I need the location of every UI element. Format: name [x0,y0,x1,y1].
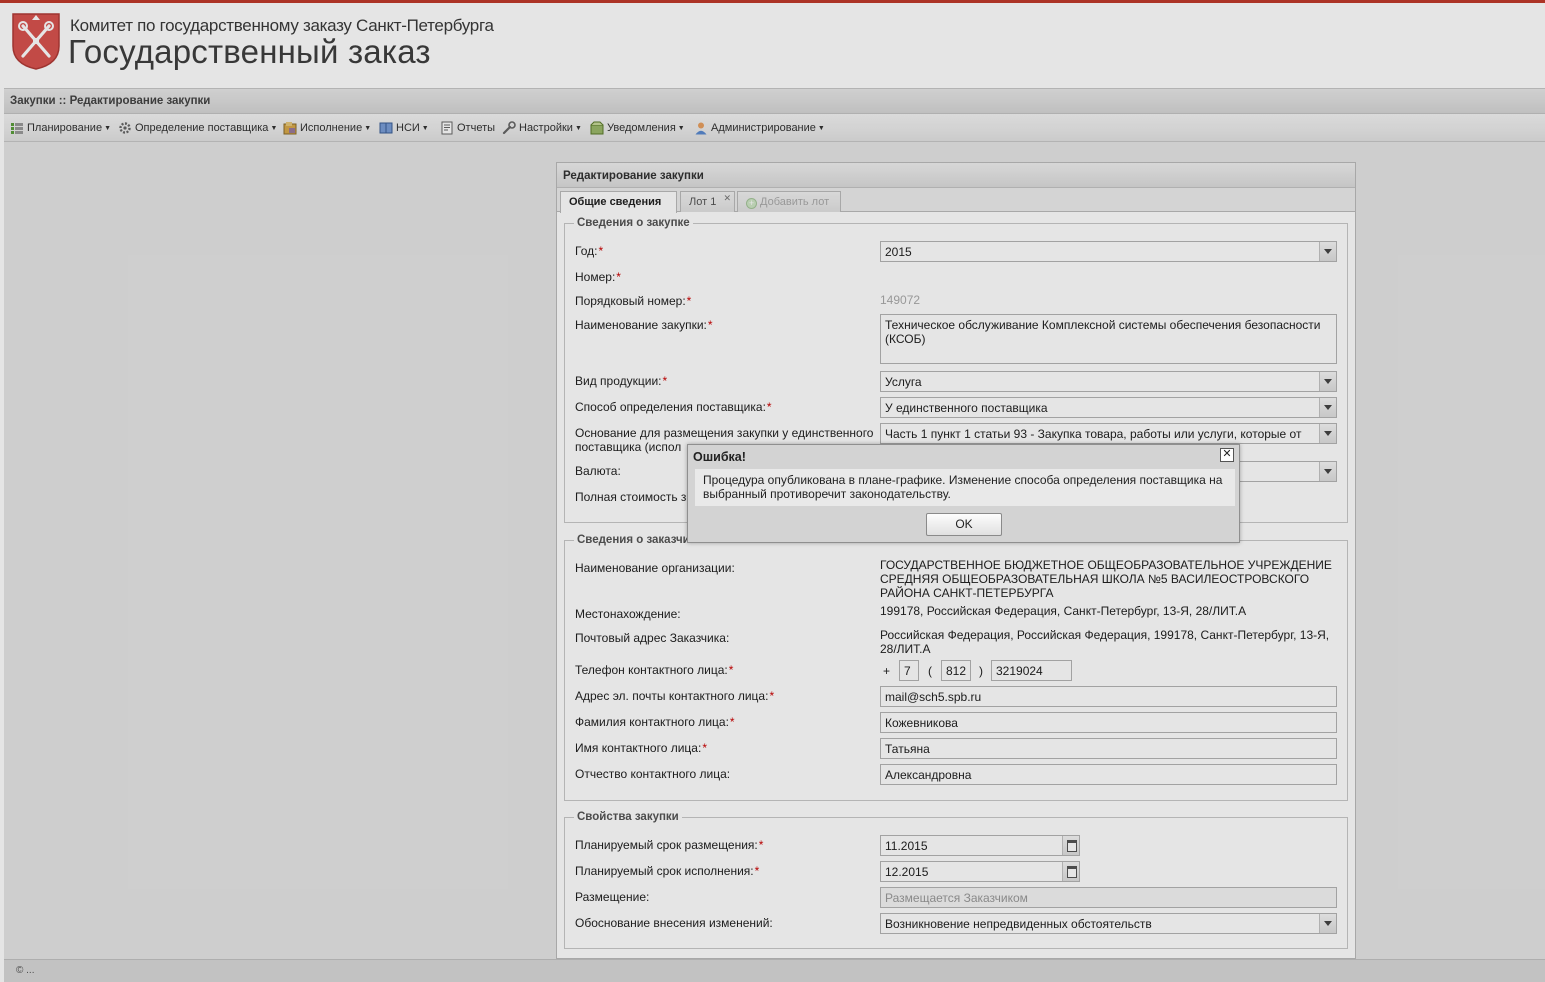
error-dialog-message: Процедура опубликована в плане-графике. … [695,469,1235,506]
close-icon[interactable]: ✕ [1220,448,1234,462]
error-dialog: Ошибка! ✕ Процедура опубликована в плане… [687,444,1240,543]
ok-button[interactable]: OK [926,513,1002,536]
error-dialog-title: Ошибка! [693,450,746,464]
